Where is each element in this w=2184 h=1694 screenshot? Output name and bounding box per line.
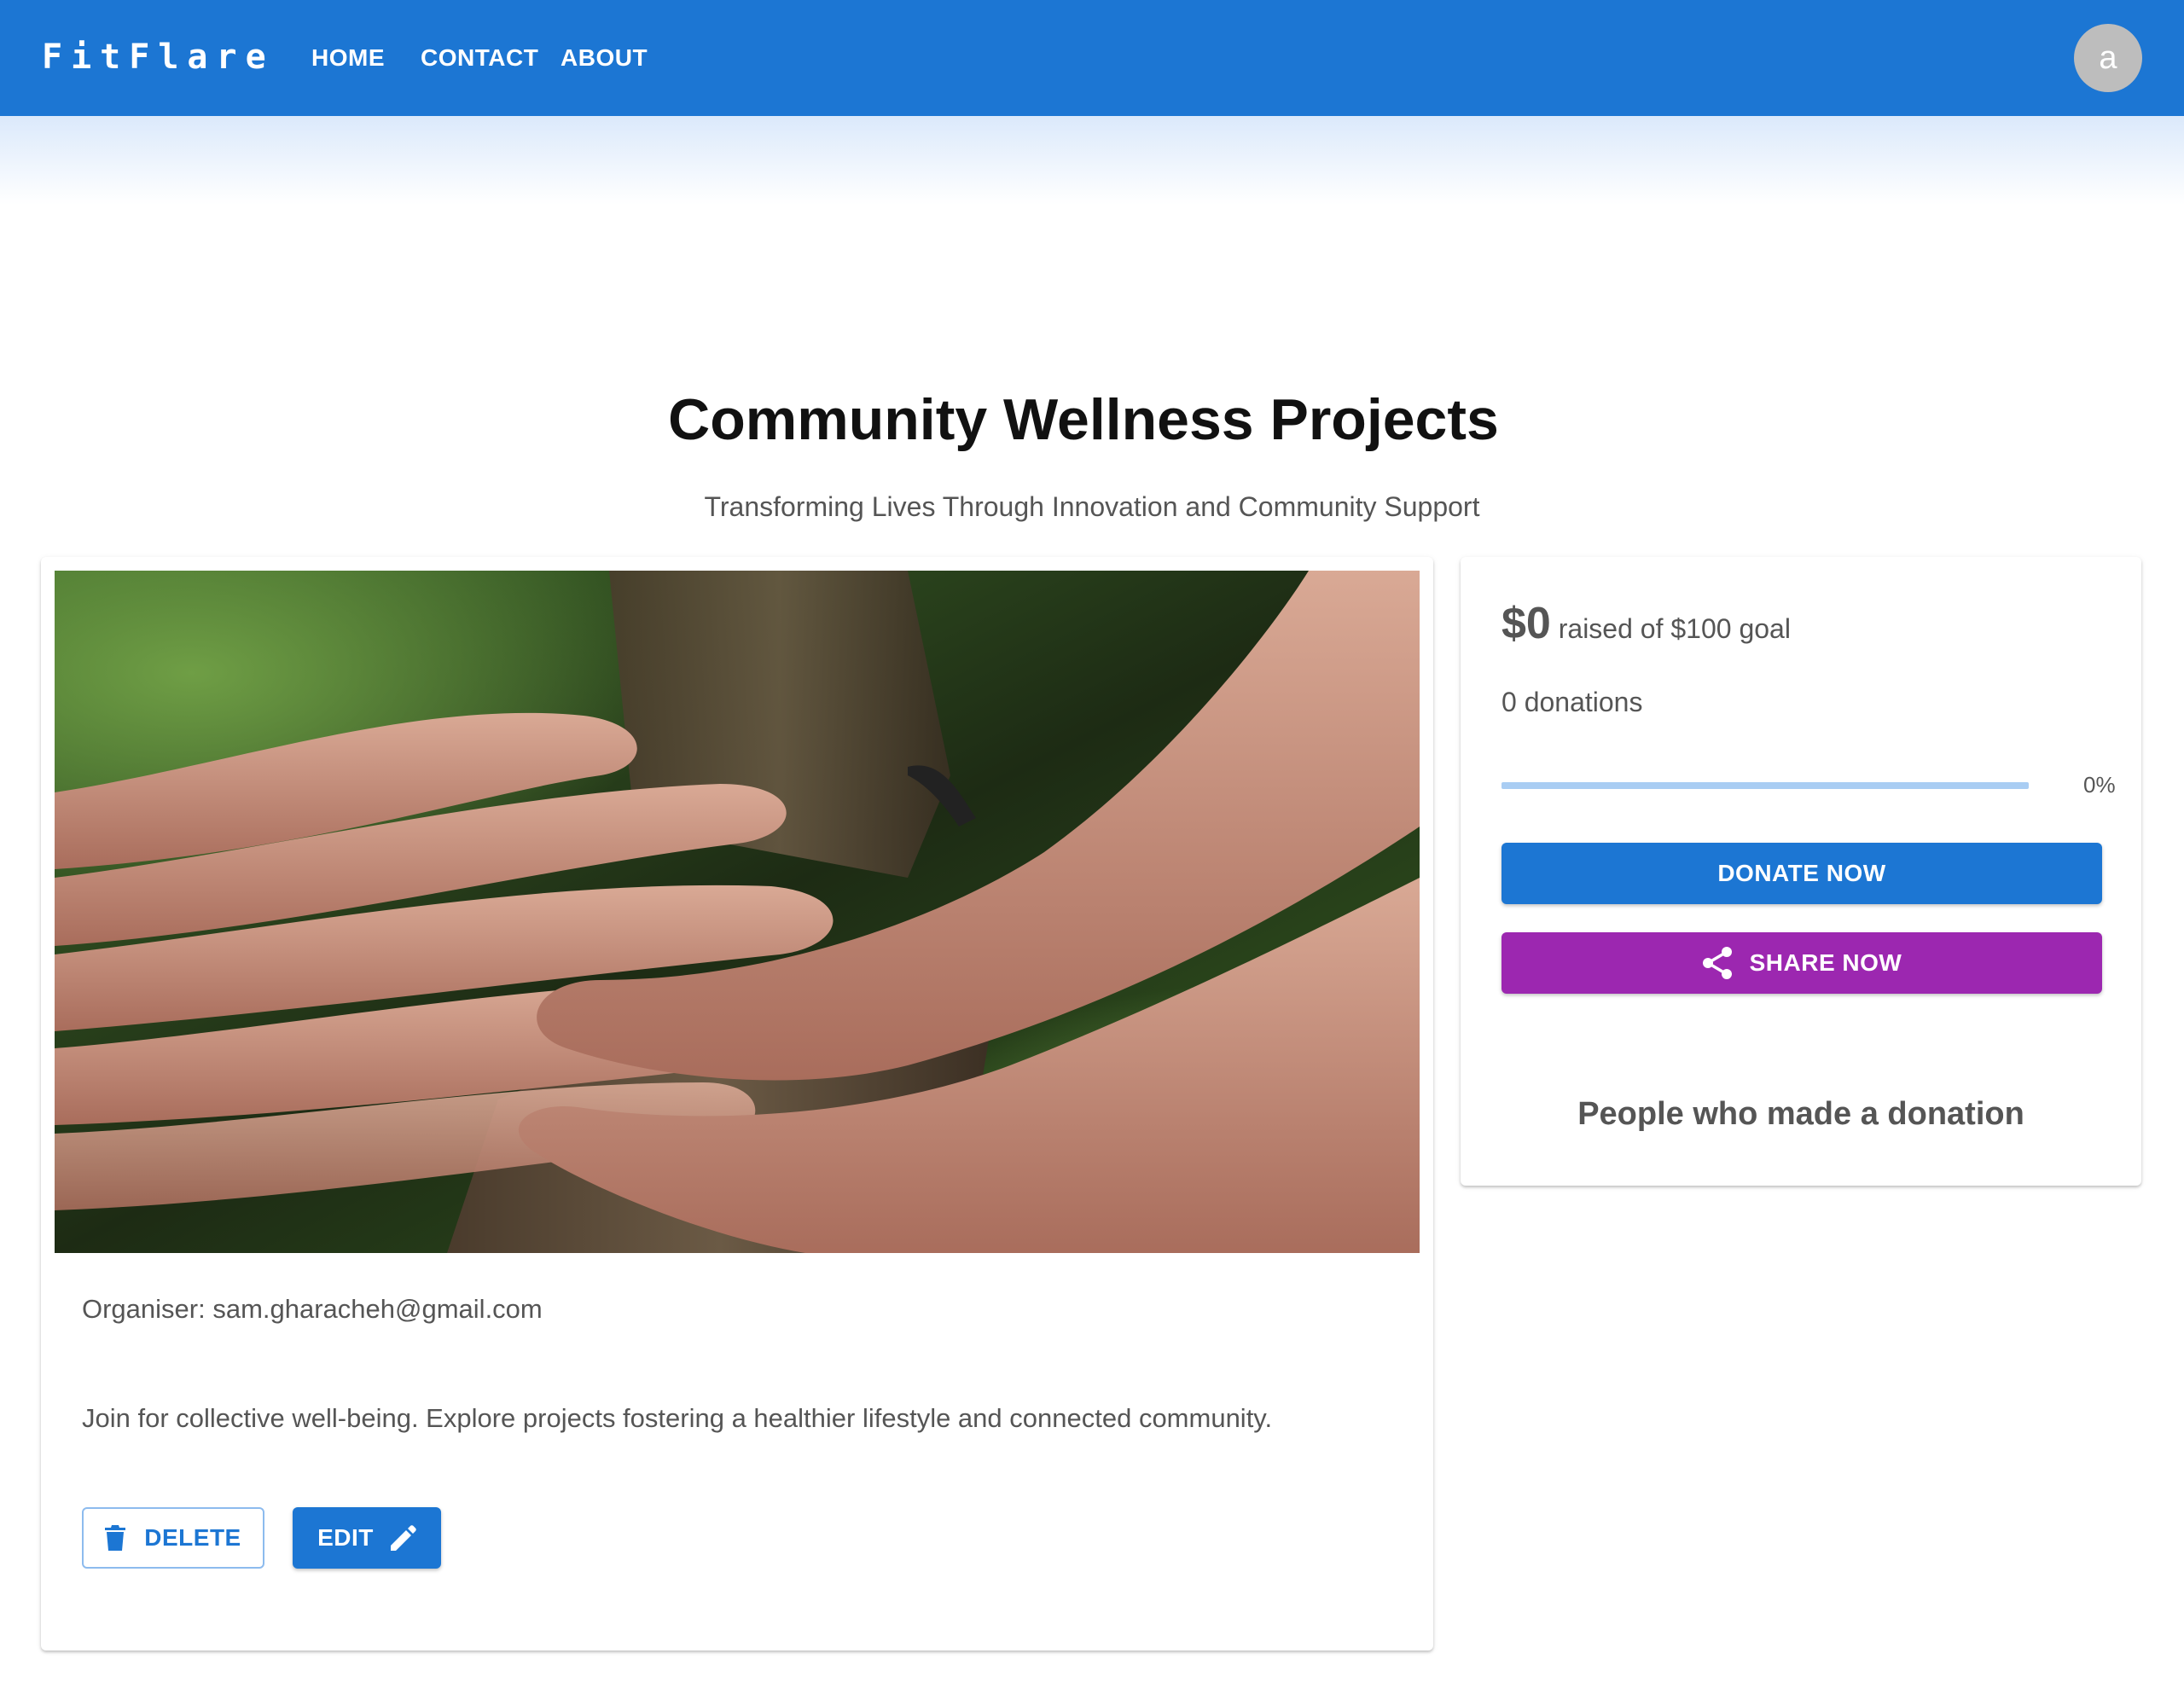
- edit-button-label: EDIT: [317, 1524, 374, 1551]
- project-description: Join for collective well-being. Explore …: [82, 1403, 1273, 1433]
- app-logo[interactable]: FitFlare: [42, 38, 275, 77]
- raised-amount: $0: [1502, 599, 1551, 648]
- donate-button[interactable]: DONATE NOW: [1502, 843, 2102, 904]
- trash-icon: [105, 1525, 126, 1551]
- pencil-icon: [390, 1525, 416, 1551]
- donations-count: 0 donations: [1502, 687, 1643, 717]
- nav-contact[interactable]: CONTACT: [421, 44, 538, 72]
- delete-button[interactable]: DELETE: [82, 1507, 264, 1569]
- nav-about[interactable]: ABOUT: [561, 44, 648, 72]
- header-fade: [0, 116, 2184, 205]
- nav-home[interactable]: HOME: [311, 44, 385, 72]
- progress-percent: 0%: [2083, 772, 2116, 798]
- project-image: [55, 571, 1420, 1253]
- share-button[interactable]: SHARE NOW: [1502, 932, 2102, 994]
- progress-bar: [1502, 782, 2029, 789]
- app-bar: FitFlare HOME CONTACT ABOUT a: [0, 0, 2184, 116]
- delete-button-label: DELETE: [144, 1524, 241, 1551]
- goal-text: raised of $100 goal: [1558, 613, 1791, 644]
- edit-button[interactable]: EDIT: [293, 1507, 441, 1569]
- page-subtitle: Transforming Lives Through Innovation an…: [704, 491, 1480, 522]
- donate-button-label: DONATE NOW: [1717, 860, 1886, 886]
- project-card: Organiser: sam.gharacheh@gmail.com Join …: [41, 557, 1433, 1650]
- share-icon: [1702, 946, 1733, 980]
- donors-heading: People who made a donation: [1577, 1096, 2024, 1132]
- fundraising-card: $0 raised of $100 goal 0 donations 0% DO…: [1461, 557, 2141, 1186]
- organiser-text: Organiser: sam.gharacheh@gmail.com: [82, 1294, 543, 1324]
- share-button-label: SHARE NOW: [1749, 949, 1902, 976]
- page-title: Community Wellness Projects: [668, 387, 1499, 452]
- user-avatar[interactable]: a: [2074, 24, 2142, 92]
- raised-summary: $0 raised of $100 goal: [1502, 598, 1791, 649]
